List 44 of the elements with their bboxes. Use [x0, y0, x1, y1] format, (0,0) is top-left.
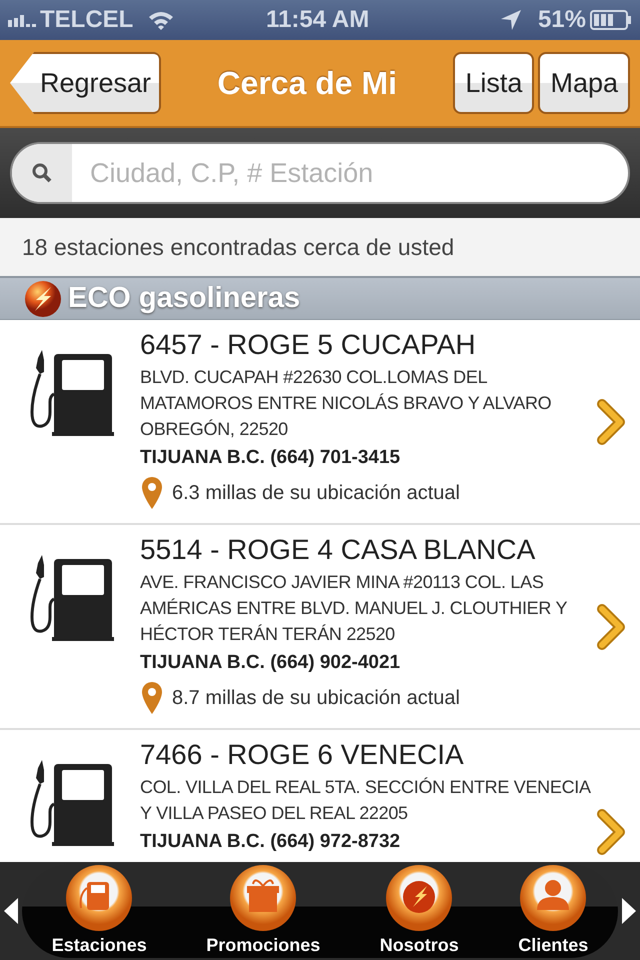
signal-icon [8, 13, 36, 27]
station-city-phone: TIJUANA B.C. (664) 701-3415 [140, 446, 402, 470]
station-distance: 8.7 millas de su ubicación actual [172, 686, 460, 712]
brand-logo-icon [24, 280, 62, 318]
battery-percentage: 51% [538, 5, 586, 35]
battery-icon [590, 9, 632, 31]
search-icon [32, 163, 52, 183]
location-pin-icon [140, 681, 164, 716]
station-address: COL. VILLA DEL REAL 5TA. SECCIÓN ENTRE VENECIA Y VILLA PASEO DEL REAL 22205 [140, 776, 592, 825]
station-distance: 6.3 millas de su ubicación actual [172, 481, 460, 506]
search-field[interactable]: Ciudad, C.P, # Estación [10, 142, 630, 204]
tab-button[interactable]: Nosotros [380, 864, 459, 958]
station-name: 6457 - ROGE 5 CUCAPAH [140, 328, 477, 362]
station-address: AVE. FRANCISCO JAVIER MINA #20113 COL. LAS AMÉRICAS ENTRE BLVD. MANUEL J. CLOUTHIER Y HÉCTOR TERÁN TERÁN 22520 [140, 570, 568, 646]
page-title: Cerca de Mi [216, 64, 398, 103]
brand-logo-icon [385, 864, 454, 932]
carrier-name: TELCEL [40, 5, 134, 35]
station-address: BLVD. CUCAPAH #22630 COL.LOMAS DEL MATAMOROS ENTRE NICOLÁS BRAVO Y ALVARO OBREGÓN, 22520 [140, 366, 552, 441]
location-arrow-icon [500, 9, 522, 31]
view-toggle-button[interactable]: Mapa [538, 52, 630, 114]
station-city-phone: TIJUANA B.C. (664) 902-4021 [140, 650, 402, 675]
scroll-right-icon[interactable] [622, 898, 636, 924]
chevron-right-icon [594, 602, 626, 650]
station-row[interactable]: 6457 - ROGE 5 CUCAPAH BLVD. CUCAPAH #22630 COL.LOMAS DEL MATAMOROS ENTRE NICOLÁS BRAVO Y ALVARO OBREGÓN, 22520 TIJUANA B.C. (664) 701-3415 6.3 millas de su ubicación actual [0, 320, 640, 525]
chevron-right-icon [594, 398, 626, 446]
fuel-pump-icon [65, 864, 134, 932]
station-row[interactable]: 5514 - ROGE 4 CASA BLANCA AVE. FRANCISCO JAVIER MINA #20113 COL. LAS AMÉRICAS ENTRE BLVD. MANUEL J. CLOUTHIER Y HÉCTOR TERÁN TERÁN 22520 TIJUANA B.C. (664) 902-4021 8.7 millas de su ubicación actual [0, 525, 640, 730]
view-toggle-button[interactable]: Lista [453, 52, 534, 114]
back-button[interactable]: Regresar [10, 52, 162, 114]
station-name: 5514 - ROGE 4 CASA BLANCA [140, 533, 536, 567]
station-city-phone: TIJUANA B.C. (664) 972-8732 [140, 830, 402, 854]
tab-button[interactable]: Estaciones [52, 864, 147, 958]
location-pin-icon [140, 476, 164, 510]
section-title: ECO gasolineras [68, 280, 300, 316]
tab-button[interactable]: Promociones [206, 864, 320, 958]
station-name: 7466 - ROGE 6 VENECIA [140, 738, 465, 772]
result-count: 18 estaciones encontradas cerca de usted [0, 218, 640, 276]
scroll-left-icon[interactable] [4, 898, 18, 924]
tab-button[interactable]: Clientes [518, 864, 588, 958]
wifi-icon [147, 9, 176, 31]
gift-icon [229, 864, 298, 932]
chevron-right-icon [594, 808, 626, 856]
status-time: 11:54 AM [265, 5, 370, 35]
person-icon [519, 864, 588, 932]
